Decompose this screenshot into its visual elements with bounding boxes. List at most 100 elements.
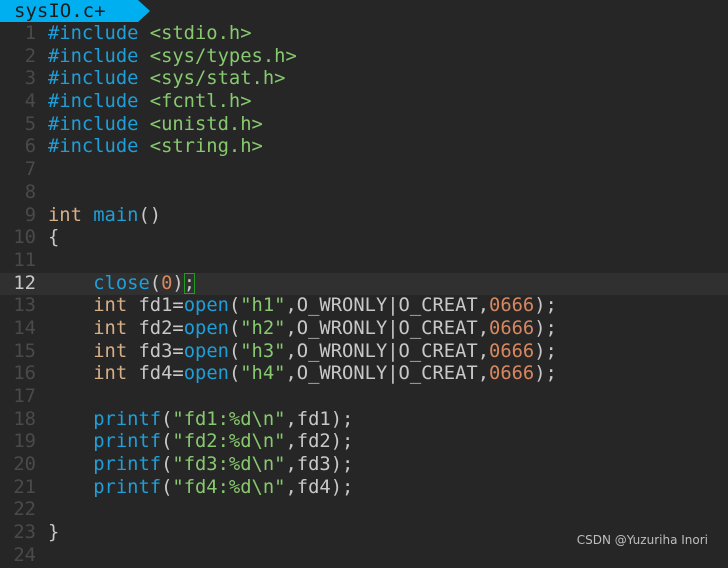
code-line[interactable]: 21 printf("fd4:%d\n",fd4); [0, 477, 728, 500]
code-token-str: "fd2:%d\n" [172, 431, 286, 453]
line-number: 9 [24, 204, 36, 226]
line-number: 2 [24, 45, 36, 67]
code-token-str: <stdio.h> [149, 23, 252, 44]
code-token-fn: open [183, 317, 229, 339]
line-number: 18 [13, 408, 36, 430]
code-token-fn: open [183, 340, 229, 362]
code-line[interactable]: 2 #include <sys/types.h> [0, 46, 728, 69]
code-token-txt: ); [534, 363, 557, 385]
code-line[interactable]: 5 #include <unistd.h> [0, 114, 728, 137]
code-line[interactable]: 18 printf("fd1:%d\n",fd1); [0, 409, 728, 432]
code-line[interactable]: 7 [0, 159, 728, 182]
code-token-fn: printf [93, 454, 162, 476]
line-number: 13 [13, 295, 36, 317]
code-line[interactable]: 10 { [0, 227, 728, 250]
code-line[interactable]: 19 printf("fd2:%d\n",fd2); [0, 431, 728, 454]
code-token-txt: ,O_WRONLY|O_CREAT, [285, 340, 490, 362]
code-token-str: <sys/stat.h> [149, 68, 286, 90]
code-token-pre: #include [48, 91, 150, 113]
code-line[interactable]: 8 [0, 182, 728, 205]
code-token-pre: #include [48, 45, 150, 67]
code-token-txt: ,fd2); [285, 431, 354, 453]
line-number: 8 [24, 181, 36, 203]
code-line[interactable]: 17 [0, 386, 728, 409]
code-token-txt: ( [228, 340, 241, 362]
code-token-txt: ); [534, 317, 557, 339]
code-token-str: <unistd.h> [149, 113, 263, 135]
code-line[interactable]: 1 #include <stdio.h> [0, 23, 728, 46]
code-line[interactable]: 13 int fd1=open("h1",O_WRONLY|O_CREAT,06… [0, 295, 728, 318]
line-number: 14 [13, 317, 36, 339]
code-line[interactable]: 11 [0, 250, 728, 273]
line-number: 5 [24, 113, 36, 135]
code-token-fn: open [183, 295, 229, 317]
code-token-txt: fd4= [127, 363, 184, 385]
code-token-txt: ); [534, 295, 557, 317]
code-token-txt: ); [534, 340, 557, 362]
code-token-str: "fd1:%d\n" [172, 408, 286, 430]
code-line[interactable]: 4 #include <fcntl.h> [0, 91, 728, 114]
code-token-txt: () [138, 204, 162, 226]
code-token-txt: fd2= [127, 317, 184, 339]
line-number: 24 [13, 544, 36, 566]
code-token-str: "h2" [240, 317, 286, 339]
code-token-txt: ,fd3); [285, 454, 354, 476]
line-number: 21 [13, 476, 36, 498]
code-token-txt: { [48, 227, 60, 249]
code-line[interactable]: 3 #include <sys/stat.h> [0, 68, 728, 91]
code-token-type: int [93, 295, 128, 317]
code-token-txt: ( [228, 317, 241, 339]
line-number: 7 [24, 159, 36, 181]
code-line[interactable]: 24 [0, 545, 728, 568]
line-number: 3 [24, 68, 36, 90]
code-token-txt: ,O_WRONLY|O_CREAT, [285, 295, 490, 317]
code-token-str: <fcntl.h> [149, 91, 252, 113]
code-token-txt: ( [161, 476, 173, 498]
line-number: 1 [24, 23, 36, 44]
line-number: 17 [13, 386, 36, 407]
code-token-pre: #include [48, 113, 150, 135]
code-line[interactable]: 20 printf("fd3:%d\n",fd3); [0, 454, 728, 477]
code-token-fn: close [93, 272, 150, 294]
code-token-str: <sys/types.h> [149, 45, 297, 67]
code-line[interactable]: 14 int fd2=open("h2",O_WRONLY|O_CREAT,06… [0, 318, 728, 341]
code-editor[interactable]: 1 #include <stdio.h> 2 #include <sys/types.… [0, 23, 728, 568]
code-line[interactable]: 9 int main() [0, 205, 728, 228]
code-token-txt: ,fd1); [285, 408, 354, 430]
tab-bar: sysIO.c+ [0, 0, 728, 22]
line-number: 16 [13, 363, 36, 385]
code-token-txt: ( [149, 272, 162, 294]
code-line[interactable]: 6 #include <string.h> [0, 136, 728, 159]
code-line[interactable]: 16 int fd4=open("h4",O_WRONLY|O_CREAT,06… [0, 363, 728, 386]
code-token-num: 0666 [489, 295, 535, 317]
code-line[interactable]: 12 close(0); [0, 272, 728, 296]
code-token-txt: ( [228, 295, 241, 317]
line-number: 4 [24, 91, 36, 113]
code-token-txt: } [48, 522, 60, 544]
code-token-txt: ) [172, 272, 184, 294]
code-token-txt: ( [228, 363, 241, 385]
line-number: 20 [13, 454, 36, 476]
line-number: 10 [13, 227, 36, 249]
code-line[interactable]: 15 int fd3=open("h3",O_WRONLY|O_CREAT,06… [0, 341, 728, 364]
line-number: 22 [13, 499, 36, 521]
code-token-fn: printf [93, 476, 162, 498]
code-token-type: int [48, 204, 82, 226]
code-token-str: <string.h> [149, 136, 263, 158]
code-token-pre: #include [48, 136, 150, 158]
code-token-fn: open [183, 363, 229, 385]
code-token-txt: ( [161, 431, 173, 453]
code-token-pre: #include [48, 68, 150, 90]
code-token-str: "fd3:%d\n" [172, 454, 286, 476]
file-tab[interactable]: sysIO.c+ [0, 0, 150, 22]
watermark: CSDN @Yuzuriha Inori [576, 533, 708, 547]
code-token-pre: #include [48, 23, 150, 44]
code-line[interactable]: 22 [0, 499, 728, 522]
code-token-fn: printf [93, 408, 162, 430]
